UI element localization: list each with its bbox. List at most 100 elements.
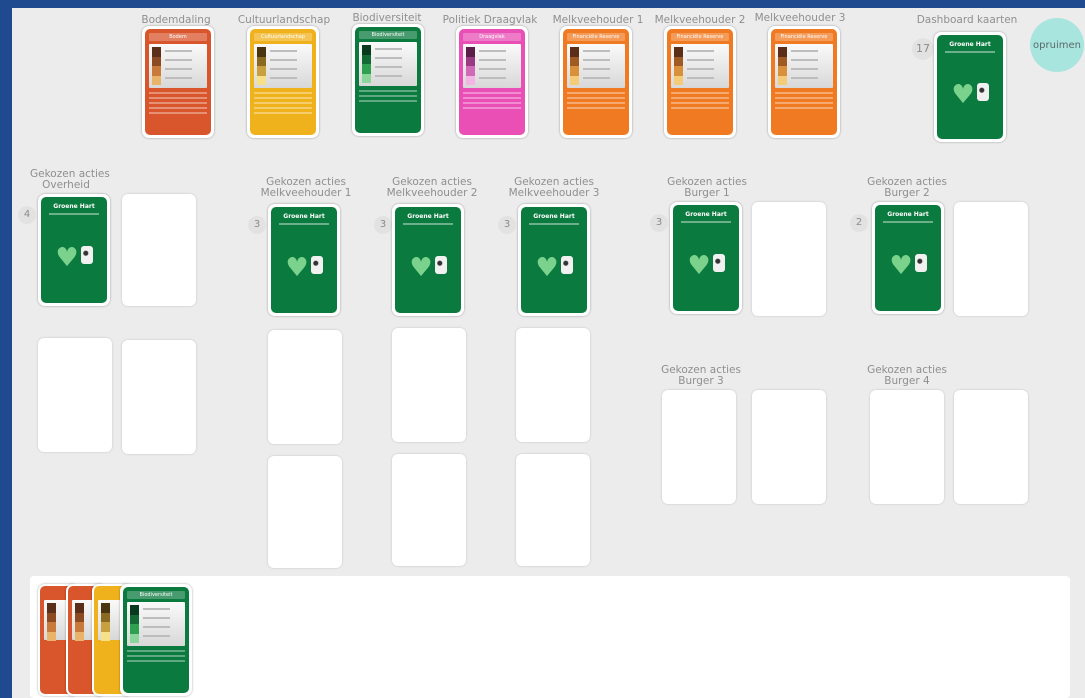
card-face: Bodem [145,29,211,135]
played-card-overheid[interactable]: Groene Hart ♥ [38,194,110,306]
heart-icon: ♥ [409,252,433,283]
heart-icon: ♥ [951,79,975,110]
score-meter [127,602,185,646]
section-label-mv2-line2: Melkveehouder 2 [386,187,478,199]
card-face: Financiële Reserve [563,29,629,135]
card-header: Financiële Reserve [671,33,729,41]
card-face: Cultuurlandschap [250,29,316,135]
card-cultuurlandschap[interactable]: Cultuurlandschap [247,26,319,138]
card-title: Groene Hart [887,211,929,218]
card-slot[interactable] [268,330,342,444]
label-bodemdaling: Bodemdaling [141,14,211,26]
card-slot[interactable] [954,202,1028,316]
card-slot[interactable] [752,202,826,316]
card-header: Financiële Reserve [567,33,625,41]
card-slot[interactable] [392,454,466,566]
hand-card-biodiversiteit[interactable]: Biodiversiteit [120,584,192,696]
card-slot[interactable] [516,454,590,566]
card-title: Groene Hart [407,213,449,220]
score-meter [359,42,417,86]
heart-icon: ♥ [889,250,913,281]
card-header: Biodiversiteit [359,31,417,39]
played-card-melkveehouder-1[interactable]: Groene Hart ♥ [268,204,340,316]
card-face: Groene Hart ♥ [521,207,587,313]
card-face: Groene Hart ♥ [41,197,107,303]
played-card-burger-1[interactable]: Groene Hart ♥ [670,202,742,314]
card-slot[interactable] [392,328,466,442]
score-meter [149,44,207,88]
count-badge-melkveehouder-2: 3 [374,216,392,234]
label-melkveehouder-2: Melkveehouder 2 [654,14,746,26]
section-label-burger3-line2: Burger 3 [678,375,724,387]
card-title: Groene Hart [283,213,325,220]
card-header: Cultuurlandschap [254,33,312,41]
card-header: Bodem [149,33,207,41]
card-header: Biodiversiteit [127,591,185,599]
section-label-mv1-line2: Melkveehouder 1 [260,187,352,199]
cow-icon [560,255,573,274]
cleanup-button[interactable]: opruimen [1030,18,1084,72]
card-header: Financiële Reserve [775,33,833,41]
label-dashboard-kaarten: Dashboard kaarten [916,14,1018,26]
card-biodiversiteit[interactable]: Biodiversiteit [352,24,424,136]
heart-icon: ♥ [687,250,711,281]
card-face: Groene Hart ♥ [271,207,337,313]
count-badge-overheid: 4 [18,206,36,224]
label-biodiversiteit: Biodiversiteit [352,12,422,24]
card-slot[interactable] [662,390,736,504]
count-badge-melkveehouder-3: 3 [498,216,516,234]
dashboard-count-badge: 17 [912,38,934,60]
card-face: Biodiversiteit [355,27,421,133]
label-melkveehouder-1: Melkveehouder 1 [552,14,644,26]
card-melkveehouder-2[interactable]: Financiële Reserve [664,26,736,138]
score-meter [775,44,833,88]
cow-icon [914,253,927,272]
card-header: Draagvlak [463,33,521,41]
card-politiek-draagvlak[interactable]: Draagvlak [456,26,528,138]
card-slot[interactable] [954,390,1028,504]
cow-icon [80,245,93,264]
count-badge-melkveehouder-1: 3 [248,216,266,234]
cow-icon [976,82,989,101]
section-label-mv3-line2: Melkveehouder 3 [508,187,600,199]
card-title: Groene Hart [533,213,575,220]
card-face: Groene Hart ♥ [673,205,739,311]
section-label-burger2-line2: Burger 2 [884,187,930,199]
card-slot[interactable] [122,340,196,454]
cow-icon [434,255,447,274]
card-face: Groene Hart ♥ [875,205,941,311]
card-title: Groene Hart [949,41,991,48]
card-slot[interactable] [752,390,826,504]
card-slot[interactable] [870,390,944,504]
hand-tray: Biodiversiteit [30,576,1070,698]
dashboard-deck[interactable]: Groene Hart ♥ [934,32,1006,142]
score-meter [567,44,625,88]
score-meter [254,44,312,88]
count-badge-burger-1: 3 [650,214,668,232]
card-melkveehouder-1[interactable]: Financiële Reserve [560,26,632,138]
card-melkveehouder-3[interactable]: Financiële Reserve [768,26,840,138]
score-meter [671,44,729,88]
card-face: Groene Hart ♥ [395,207,461,313]
section-label-overheid-line2: Overheid [42,179,90,191]
heart-icon: ♥ [285,252,309,283]
card-slot[interactable] [122,194,196,306]
card-face: Financiële Reserve [771,29,837,135]
card-title: Groene Hart [685,211,727,218]
card-face: Financiële Reserve [667,29,733,135]
card-face: Groene Hart ♥ [937,35,1003,139]
heart-icon: ♥ [55,242,79,273]
section-label-burger1-line2: Burger 1 [684,187,730,199]
card-title: Groene Hart [53,203,95,210]
played-card-melkveehouder-3[interactable]: Groene Hart ♥ [518,204,590,316]
played-card-burger-2[interactable]: Groene Hart ♥ [872,202,944,314]
card-slot[interactable] [516,328,590,442]
label-cultuurlandschap: Cultuurlandschap [237,14,331,26]
section-label-burger4-line2: Burger 4 [884,375,930,387]
card-slot[interactable] [268,456,342,568]
card-slot[interactable] [38,338,112,452]
cow-icon [712,253,725,272]
played-card-melkveehouder-2[interactable]: Groene Hart ♥ [392,204,464,316]
card-bodemdaling[interactable]: Bodem [142,26,214,138]
card-face: Draagvlak [459,29,525,135]
